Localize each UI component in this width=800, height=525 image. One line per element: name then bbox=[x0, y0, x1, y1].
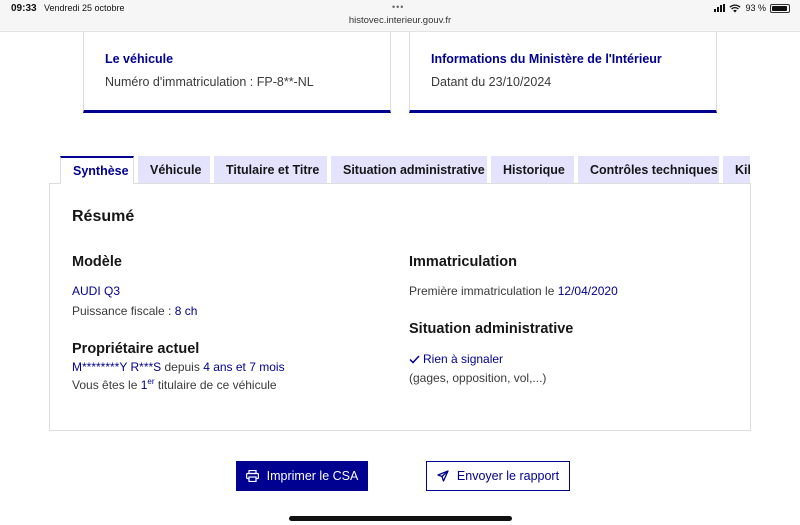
fiscal-power-label: Puissance fiscale : bbox=[72, 304, 175, 318]
clock: 09:33 bbox=[11, 3, 37, 14]
vehicle-card-title: Le véhicule bbox=[105, 52, 174, 66]
fiscal-power-value: 8 ch bbox=[174, 304, 198, 318]
battery-percent: 93 % bbox=[745, 3, 766, 13]
owner-rank: Vous êtes le 1er titulaire de ce véhicul… bbox=[72, 377, 277, 392]
tab-synthese[interactable]: Synthèse bbox=[60, 156, 134, 184]
tab-controles-techniques[interactable]: Contrôles techniques bbox=[578, 156, 719, 184]
date: Vendredi 25 octobre bbox=[44, 3, 125, 13]
synthese-panel: Résumé Modèle AUDI Q3 Puissance fiscale … bbox=[49, 183, 751, 431]
model-heading: Modèle bbox=[72, 254, 122, 270]
tab-situation-administrative[interactable]: Situation administrative bbox=[331, 156, 487, 184]
admin-status: Rien à signaler bbox=[409, 352, 503, 366]
first-registration-label: Première immatriculation le bbox=[409, 284, 558, 298]
tab-list: Synthèse Véhicule Titulaire et Titre Sit… bbox=[60, 156, 750, 184]
registration-heading: Immatriculation bbox=[409, 254, 517, 270]
send-icon bbox=[437, 470, 449, 482]
check-icon bbox=[409, 354, 420, 364]
first-registration-date: 12/04/2020 bbox=[557, 284, 618, 298]
owner-since-value: 4 ans et 7 mois bbox=[203, 360, 285, 374]
printer-icon bbox=[245, 470, 259, 482]
tab-historique[interactable]: Historique bbox=[491, 156, 574, 184]
battery-icon bbox=[770, 3, 790, 13]
owner-since-label: depuis bbox=[161, 360, 204, 374]
first-registration: Première immatriculation le 12/04/2020 bbox=[409, 284, 618, 298]
registration-number: Numéro d'immatriculation : FP-8**-NL bbox=[105, 75, 314, 89]
tab-kilometrage[interactable]: Kilométrage bbox=[723, 156, 750, 184]
tab-titulaire-et-titre[interactable]: Titulaire et Titre bbox=[214, 156, 327, 184]
wifi-icon bbox=[729, 3, 742, 12]
print-csa-label: Imprimer le CSA bbox=[266, 469, 359, 483]
ministry-info-card: Informations du Ministère de l'Intérieur… bbox=[409, 32, 717, 113]
address-bar-url[interactable]: histovec.interieur.gouv.fr bbox=[0, 15, 800, 26]
model-name: AUDI Q3 bbox=[72, 284, 121, 298]
ministry-data-date: Datant du 23/10/2024 bbox=[431, 75, 552, 89]
home-indicator[interactable] bbox=[289, 516, 512, 521]
owner-name: M********Y R***S bbox=[72, 360, 162, 374]
admin-status-text: Rien à signaler bbox=[423, 352, 504, 366]
admin-status-detail: (gages, opposition, vol,...) bbox=[409, 371, 547, 385]
summary-title: Résumé bbox=[72, 208, 135, 225]
vehicle-card: Le véhicule Numéro d'immatriculation : F… bbox=[83, 32, 391, 113]
tab-vehicule[interactable]: Véhicule bbox=[138, 156, 210, 184]
owner-heading: Propriétaire actuel bbox=[72, 341, 200, 357]
owner-rank-suffix: titulaire de ce véhicule bbox=[154, 378, 277, 392]
fiscal-power: Puissance fiscale : 8 ch bbox=[72, 304, 197, 318]
browser-status-bar: 09:33 Vendredi 25 octobre ••• histovec.i… bbox=[0, 0, 800, 32]
multitask-dots-icon[interactable]: ••• bbox=[392, 2, 404, 12]
send-report-label: Envoyer le rapport bbox=[456, 469, 560, 483]
admin-situation-heading: Situation administrative bbox=[409, 321, 574, 337]
cellular-signal-icon bbox=[714, 4, 726, 12]
system-indicators: 93 % bbox=[714, 3, 790, 13]
ministry-card-title: Informations du Ministère de l'Intérieur bbox=[431, 52, 662, 66]
owner-rank-sup: er bbox=[147, 377, 155, 386]
owner-rank-prefix: Vous êtes le bbox=[72, 378, 141, 392]
send-report-button[interactable]: Envoyer le rapport bbox=[426, 461, 570, 491]
owner-line: M********Y R***S depuis 4 ans et 7 mois bbox=[72, 360, 285, 374]
print-csa-button[interactable]: Imprimer le CSA bbox=[236, 461, 368, 491]
